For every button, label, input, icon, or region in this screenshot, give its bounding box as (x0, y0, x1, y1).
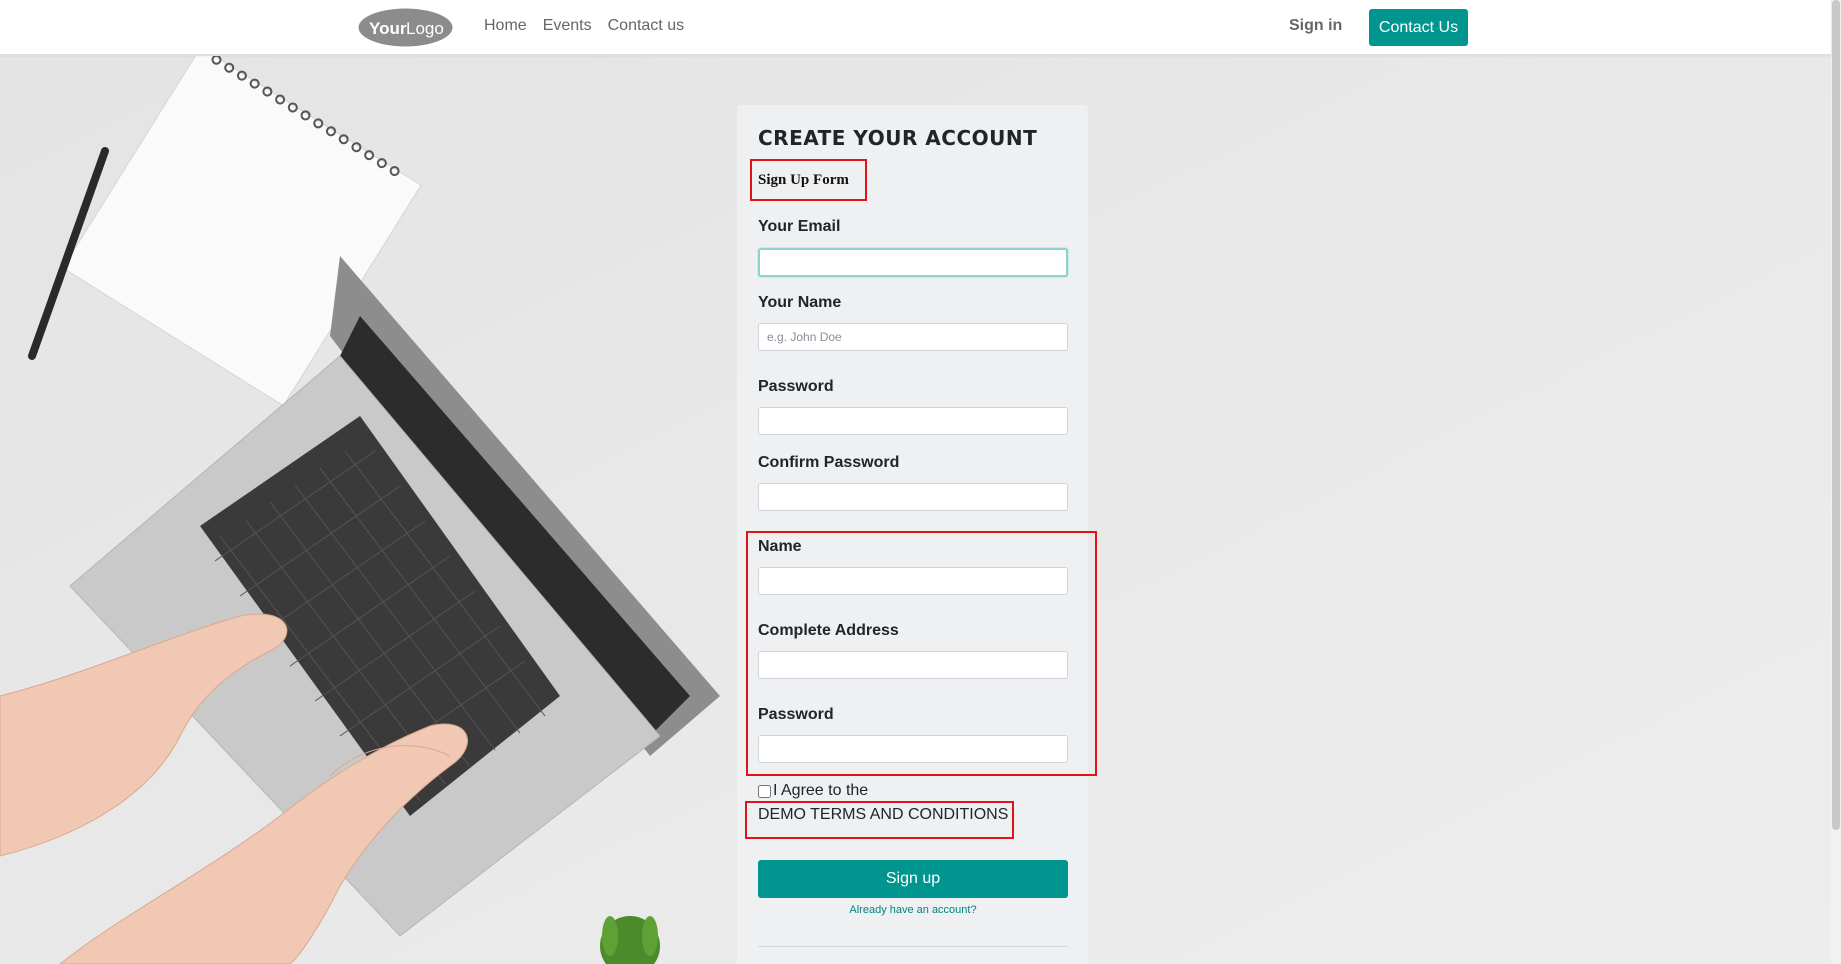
password-input[interactable] (758, 407, 1068, 435)
extra-password-label: Password (758, 706, 834, 723)
page-title: CREATE YOUR ACCOUNT (758, 126, 1038, 150)
password-label: Password (758, 378, 834, 395)
nav-link-home[interactable]: Home (484, 17, 527, 35)
your-logo-logo[interactable]: Your Logo (358, 8, 453, 47)
nav-link-contact-us[interactable]: Contact us (608, 17, 684, 35)
agree-row: I Agree to the (758, 782, 868, 800)
plant-image (600, 916, 660, 964)
extra-name-label: Name (758, 538, 802, 555)
already-have-account-link[interactable]: Already have an account? (758, 904, 1068, 916)
page-scrollbar[interactable] (1831, 0, 1841, 964)
terms-and-conditions-link[interactable]: DEMO TERMS AND CONDITIONS (758, 806, 1008, 824)
sign-in-link[interactable]: Sign in (1289, 17, 1342, 35)
extra-name-input[interactable] (758, 567, 1068, 595)
logo-text-bold: Your (369, 19, 407, 38)
logo-text-light: Logo (406, 19, 444, 38)
your-name-label: Your Name (758, 294, 842, 311)
agree-checkbox[interactable] (758, 784, 771, 798)
top-navbar: Your Logo Home Events Contact us Sign in… (0, 0, 1831, 55)
scrollbar-thumb[interactable] (1832, 0, 1840, 830)
email-label: Your Email (758, 218, 841, 235)
confirm-password-input[interactable] (758, 483, 1068, 511)
complete-address-label: Complete Address (758, 622, 899, 639)
email-input[interactable] (758, 248, 1068, 277)
your-name-input[interactable] (758, 323, 1068, 351)
form-subtitle: Sign Up Form (758, 172, 849, 188)
agree-label: I Agree to the (773, 782, 869, 799)
extra-password-input[interactable] (758, 735, 1068, 763)
card-divider (758, 946, 1068, 947)
complete-address-input[interactable] (758, 651, 1068, 679)
main-nav: Home Events Contact us (484, 17, 684, 35)
contact-us-button[interactable]: Contact Us (1369, 9, 1468, 46)
nav-link-events[interactable]: Events (543, 17, 592, 35)
confirm-password-label: Confirm Password (758, 454, 900, 471)
sign-up-button[interactable]: Sign up (758, 860, 1068, 898)
